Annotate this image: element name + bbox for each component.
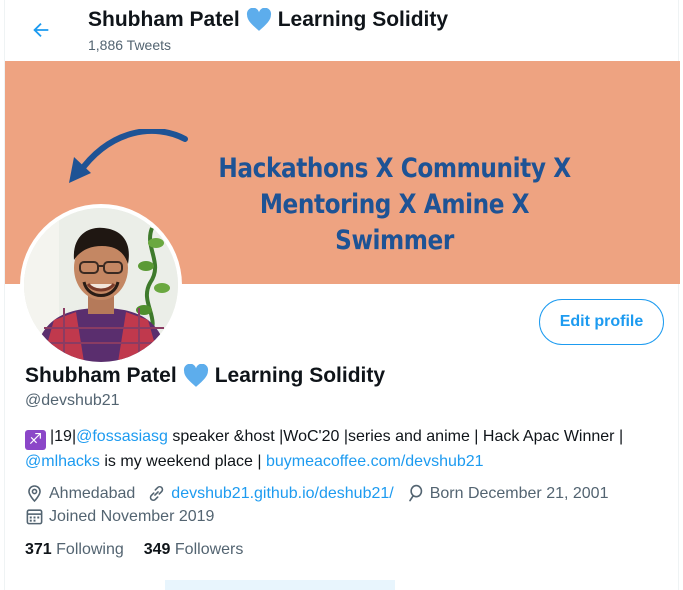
top-bar: Shubham Patel Learning Solidity 1,886 Tw… <box>5 0 678 60</box>
following-link[interactable]: 371 Following <box>25 541 124 559</box>
tab-hover-highlight <box>165 580 395 590</box>
bio-text-1: |19| <box>50 428 77 445</box>
followers-label: Followers <box>174 541 244 558</box>
location-pin-icon <box>28 485 41 503</box>
banner-line-2: Swimmer <box>335 225 454 256</box>
header-status: Learning Solidity <box>277 8 449 31</box>
profile-handle: @devshub21 <box>25 392 120 409</box>
back-button[interactable] <box>23 12 59 48</box>
balloon-icon <box>408 484 422 502</box>
bio-text-2: speaker &host |WoC'20 |series and anime … <box>167 428 624 445</box>
website-link[interactable]: devshub21.github.io/deshub21/ <box>171 482 393 505</box>
tweets-count: 1,886 Tweets <box>88 37 172 53</box>
location-item: Ahmedabad <box>25 482 135 505</box>
calendar-icon <box>26 509 43 525</box>
follow-stats: 371 Following 349 Followers <box>25 541 263 559</box>
website-item[interactable]: devshub21.github.io/deshub21/ <box>147 482 394 505</box>
blue-heart-icon <box>183 364 208 387</box>
edit-profile-button[interactable]: Edit profile <box>539 299 664 345</box>
banner-line-1: Hackathons X Community X Mentoring X Ami… <box>218 153 571 220</box>
profile-name-text: Shubham Patel <box>25 364 177 387</box>
avatar[interactable] <box>20 204 182 366</box>
followers-count: 349 <box>143 541 171 558</box>
blue-heart-icon <box>246 8 271 31</box>
profile-status-text: Learning Solidity <box>214 364 386 387</box>
bio-url-link[interactable]: buymeacoffee.com/devshub21 <box>266 453 484 470</box>
mention-link-fossasiasg[interactable]: @fossasiasg <box>76 428 168 445</box>
following-count: 371 <box>25 541 52 558</box>
mention-link-mlhacks[interactable]: @mlhacks <box>25 453 100 470</box>
bio-text-3: is my weekend place | <box>99 453 266 470</box>
profile-bio: ♐ |19|@fossasiasg speaker &host |WoC'20 |… <box>25 425 665 473</box>
sagittarius-icon: ♐ <box>25 430 46 450</box>
joined-text: Joined November 2019 <box>49 508 215 525</box>
birthday-text: Born December 21, 2001 <box>429 485 609 502</box>
header-name: Shubham Patel <box>88 8 240 31</box>
profile-meta: Ahmedabad devshub21.github.io/deshub21/ … <box>25 482 675 528</box>
birthday-item: Born December 21, 2001 <box>406 482 609 505</box>
link-icon <box>150 485 164 502</box>
arrow-left-icon <box>33 22 49 38</box>
avatar-photo <box>24 208 178 362</box>
location-text: Ahmedabad <box>49 485 136 502</box>
profile-name: Shubham Patel Learning Solidity <box>25 364 385 388</box>
header-title: Shubham Patel Learning Solidity <box>88 8 448 32</box>
followers-link[interactable]: 349 Followers <box>144 541 244 559</box>
profile-column: Shubham Patel Learning Solidity 1,886 Tw… <box>4 0 680 590</box>
following-label: Following <box>56 541 124 558</box>
joined-item: Joined November 2019 <box>25 505 214 528</box>
